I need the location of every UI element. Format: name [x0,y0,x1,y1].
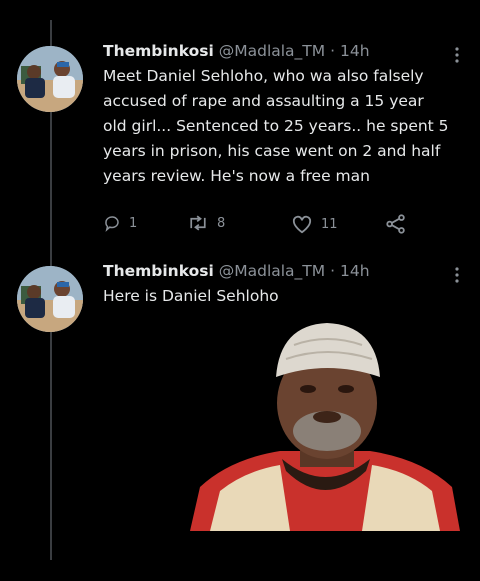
author-handle[interactable]: @Madlala_TM [219,42,325,60]
tweet-time[interactable]: 14h [340,262,370,280]
tweet-text: Meet Daniel Sehloho, who wa also falsely… [103,67,449,185]
author-name[interactable]: Thembinkosi [103,42,214,60]
tweet-photo[interactable] [190,319,460,531]
tweet-text: Here is Daniel Sehloho [103,287,279,305]
reply-button[interactable]: 1 [103,214,137,232]
heart-icon [292,215,312,234]
like-button[interactable]: 11 [291,214,338,234]
retweet-button[interactable]: 8 [187,214,225,232]
retweet-count: 8 [217,215,226,231]
separator: · [330,262,336,280]
like-count: 11 [321,216,338,232]
avatar-photo-icon [17,46,83,112]
tweet-header: Thembinkosi @Madlala_TM · 14h [103,40,450,62]
share-button[interactable] [385,214,415,234]
share-icon [386,214,405,234]
more-options-icon[interactable] [454,46,460,64]
retweet-icon [190,215,206,231]
more-options-icon[interactable] [454,266,460,284]
tweet-time[interactable]: 14h [340,42,370,60]
tweet-actions: 1 8 11 [103,214,423,238]
avatar[interactable] [17,266,83,332]
avatar[interactable] [17,46,83,112]
avatar-photo-icon [17,266,83,332]
portrait-photo-icon [190,319,460,531]
reply-icon [105,216,119,232]
reply-count: 1 [129,215,138,231]
author-name[interactable]: Thembinkosi [103,262,214,280]
author-handle[interactable]: @Madlala_TM [219,262,325,280]
tweet-header: Thembinkosi @Madlala_TM · 14h [103,260,450,282]
separator: · [330,42,336,60]
